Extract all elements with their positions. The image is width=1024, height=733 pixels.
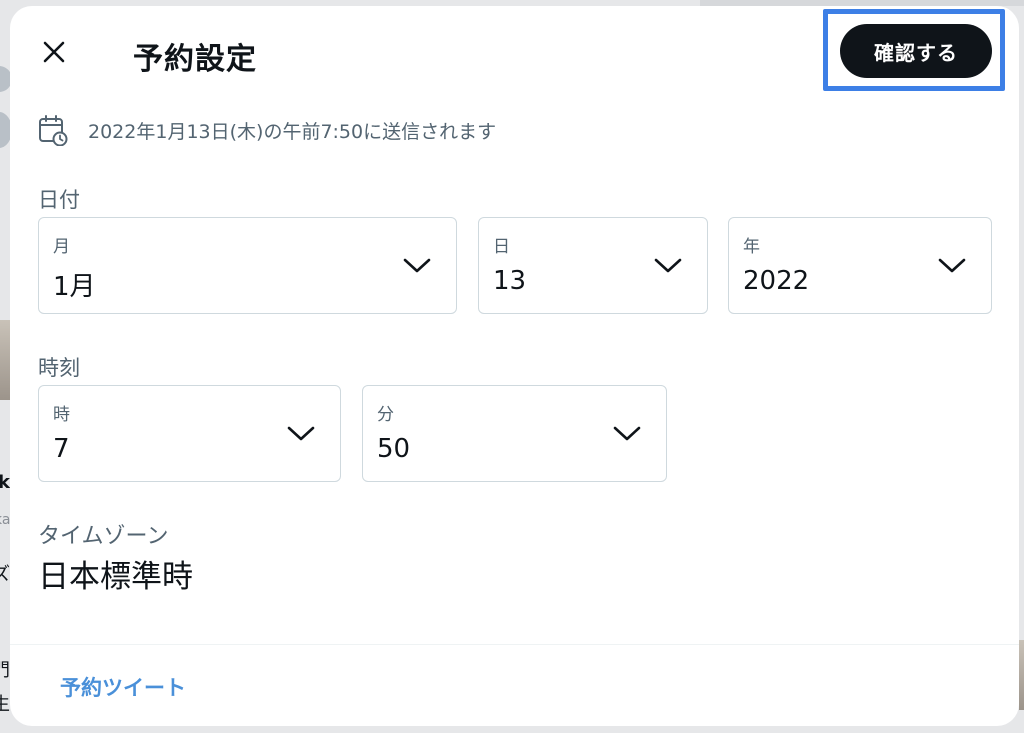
month-value: 1月 [53, 272, 96, 302]
schedule-summary-text: 2022年1月13日(木)の午前7:50に送信されます [88, 120, 497, 143]
minute-caption: 分 [377, 405, 394, 425]
background-photo [0, 320, 10, 400]
dialog-title: 予約設定 [133, 42, 257, 77]
day-select[interactable]: 日 13 [478, 217, 708, 314]
chevron-down-icon [654, 258, 682, 273]
chevron-down-icon [403, 258, 431, 273]
background-photo [1019, 640, 1024, 710]
year-caption: 年 [743, 237, 760, 257]
background-text: 生 [0, 694, 10, 715]
time-section-label: 時刻 [38, 356, 80, 380]
timezone-label: タイムゾーン [38, 524, 169, 549]
footer-divider [10, 644, 1019, 645]
year-value: 2022 [743, 266, 810, 296]
minute-select[interactable]: 分 50 [362, 385, 667, 482]
day-caption: 日 [493, 237, 510, 257]
background-text: ka [0, 512, 11, 528]
month-select[interactable]: 月 1月 [38, 217, 457, 314]
background-text: k [0, 472, 10, 493]
date-section-label: 日付 [38, 188, 80, 212]
background-text: ズ [0, 564, 10, 585]
hour-select[interactable]: 時 7 [38, 385, 341, 482]
day-value: 13 [493, 266, 527, 296]
chevron-down-icon [938, 258, 966, 273]
close-icon [43, 41, 65, 63]
chevron-down-icon [287, 426, 315, 441]
schedule-summary: 2022年1月13日(木)の午前7:50に送信されます [38, 114, 496, 146]
schedule-dialog: 予約設定 確認する 2022年1月13日(木)の午前7:50に送信されます 日付… [10, 6, 1019, 726]
hour-value: 7 [53, 434, 70, 464]
close-button[interactable] [32, 30, 76, 74]
year-select[interactable]: 年 2022 [728, 217, 992, 314]
calendar-clock-icon [39, 115, 68, 146]
minute-value: 50 [377, 434, 411, 464]
background-text: 門 [0, 660, 10, 681]
month-caption: 月 [53, 237, 70, 257]
confirm-button[interactable]: 確認する [840, 24, 992, 78]
chevron-down-icon [613, 426, 641, 441]
hour-caption: 時 [53, 405, 70, 425]
timezone-value: 日本標準時 [38, 559, 193, 595]
scheduled-tweets-link[interactable]: 予約ツイート [60, 672, 186, 702]
